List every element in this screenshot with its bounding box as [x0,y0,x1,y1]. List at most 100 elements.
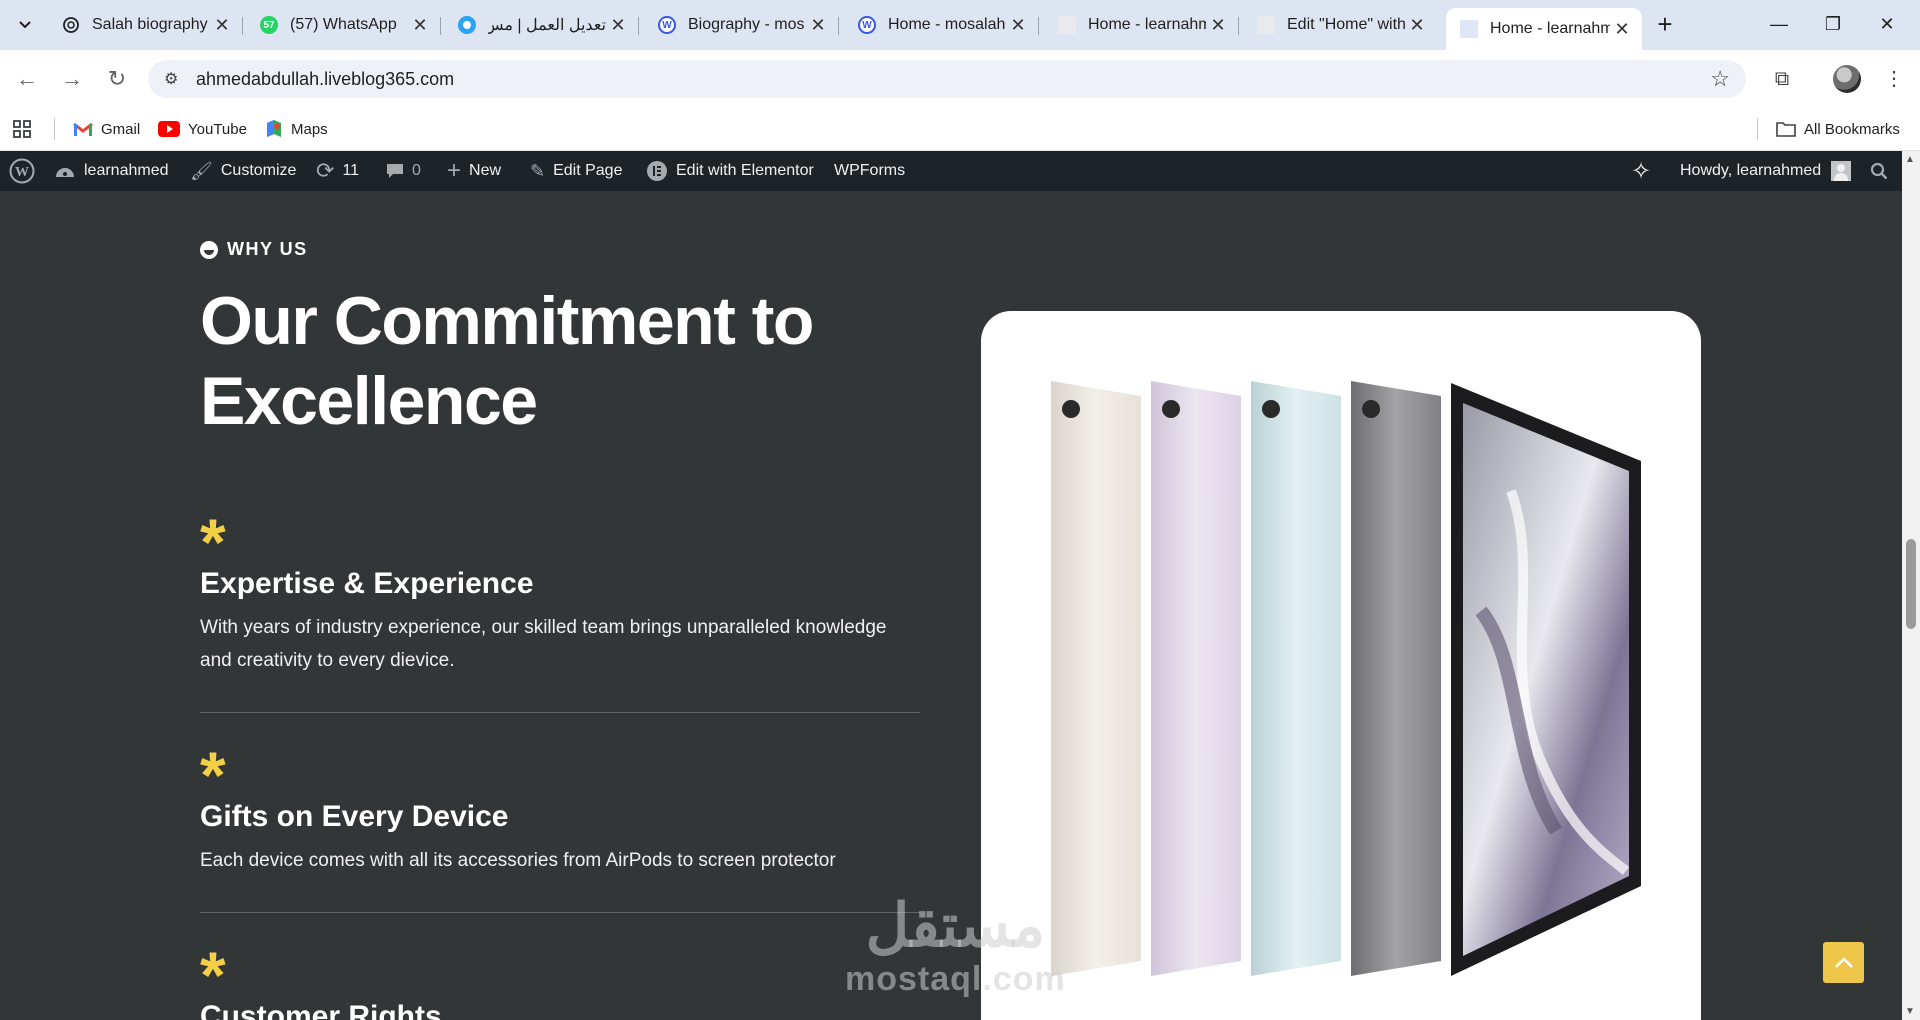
tab-home-learnahmed[interactable]: Home - learnahm ✕ [1044,8,1239,42]
maps-icon [265,119,283,139]
site-name-menu[interactable]: learnahmed [54,151,169,191]
bookmark-youtube[interactable]: YouTube [158,116,247,142]
new-content-menu[interactable]: + New [447,151,501,191]
tab-search-button[interactable] [10,10,40,40]
updates-icon: ⟳ [316,158,335,183]
asterisk-icon: * [200,738,226,812]
customize-menu[interactable]: 🖌 Customize [190,151,296,191]
tab-biography[interactable]: W Biography - mos ✕ [644,8,839,42]
updates-menu[interactable]: ⟳ 11 [316,151,359,191]
close-icon[interactable]: ✕ [1610,19,1634,40]
profile-avatar[interactable] [1833,65,1861,93]
headline-line-2: Excellence [200,363,538,439]
asterisk-icon: * [200,505,226,579]
feature-text: With years of industry experience, our s… [200,617,887,671]
restore-button[interactable]: ❐ [1808,6,1858,42]
bookmark-label: YouTube [188,120,247,138]
search-button[interactable] [1870,151,1888,191]
bookmark-gmail[interactable]: Gmail [73,116,140,142]
tab-home-mosalah[interactable]: W Home - mosalah ✕ [844,8,1039,42]
why-us-section: WHY US Our Commitment to Excellence * Ex… [0,191,1902,1020]
apps-button[interactable] [12,116,32,142]
openai-icon [62,16,80,34]
extensions-icon[interactable]: ⧉ [1767,64,1797,94]
tab-title: تعديل العمل | مس [488,17,606,34]
customize-label: Customize [220,162,297,179]
folder-icon [1776,121,1796,137]
scroll-to-top-button[interactable] [1823,942,1864,983]
tab-mostaql-edit[interactable]: تعديل العمل | مس ✕ [444,8,639,42]
search-icon [1870,162,1888,180]
bookmarks-bar: Gmail YouTube Maps All Bookmarks [0,108,1920,151]
elementor-icon [646,160,668,182]
scroll-up-arrow[interactable]: ▲ [1905,154,1915,165]
minimize-button[interactable]: — [1754,6,1804,42]
tab-whatsapp[interactable]: 57 (57) WhatsApp ✕ [246,8,441,42]
close-icon[interactable]: ✕ [606,15,630,36]
close-window-button[interactable]: ✕ [1862,6,1912,42]
edit-page-menu[interactable]: ✎ Edit Page [530,151,622,191]
bookmark-label: Gmail [101,120,141,138]
feature-customer-rights: * Customer Rights [200,938,920,1020]
tab-title: Edit "Home" with [1287,16,1405,33]
updates-count: 11 [342,162,360,179]
back-button[interactable]: ← [12,64,42,94]
all-bookmarks-label: All Bookmarks [1804,120,1900,138]
bookmark-maps[interactable]: Maps [265,116,328,142]
chevron-down-icon [19,21,31,29]
comments-menu[interactable]: 0 [386,151,421,191]
tab-edit-home-elementor[interactable]: Edit "Home" with ✕ [1243,8,1437,42]
tab-title: Home - learnahm [1088,16,1206,33]
close-icon[interactable]: ✕ [408,15,432,36]
address-bar[interactable]: ⚙ ahmedabdullah.liveblog365.com ☆ [148,60,1746,98]
scroll-down-arrow[interactable]: ▼ [1905,1006,1915,1017]
close-icon[interactable]: ✕ [806,15,830,36]
feature-title: Gifts on Every Device [200,800,509,833]
feature-expertise: * Expertise & Experience With years of i… [200,505,920,677]
feature-title: Expertise & Experience [200,567,534,600]
scrollbar-thumb[interactable] [1906,539,1916,629]
tab-salah-biography[interactable]: Salah biography ✕ [48,8,243,42]
bookmark-label: Maps [291,120,328,138]
wpforms-label: WPForms [834,162,906,179]
asterisk-icon: * [200,938,226,1012]
wpforms-menu[interactable]: WPForms [834,151,905,191]
close-icon[interactable]: ✕ [1405,15,1429,36]
dashboard-icon [54,162,76,180]
headline-line-1: Our Commitment to [200,283,814,359]
wordpress-icon: W [858,16,876,34]
mostaql-icon [458,16,476,34]
forward-button[interactable]: → [57,64,87,94]
pencil-icon: ✎ [530,160,546,181]
wp-logo-menu[interactable]: W [9,151,35,191]
tab-title: Biography - mos [688,16,805,33]
edit-page-label: Edit Page [553,162,623,179]
site-name: learnahmed [84,162,169,179]
all-bookmarks-button[interactable]: All Bookmarks [1776,116,1900,142]
ipad-lineup-image [1051,381,1641,976]
my-account-menu[interactable]: Howdy, learnahmed [1680,151,1852,191]
browser-tab-strip: Salah biography ✕ 57 (57) WhatsApp ✕ تعد… [0,0,1920,50]
edit-with-elementor-menu[interactable]: Edit with Elementor [646,151,814,191]
ai-assistant-button[interactable]: ✧ [1631,151,1659,191]
tab-home-learnahmed-active[interactable]: Home - learnahm ✕ [1446,8,1642,50]
wp-admin-bar: W learnahmed 🖌 Customize ⟳ 11 0 + New ✎ … [0,151,1902,191]
sparkle-icon: ✧ [1631,157,1652,185]
browser-toolbar: ← → ↻ ⚙ ahmedabdullah.liveblog365.com ☆ … [0,50,1920,108]
whatsapp-icon: 57 [260,16,278,34]
close-icon[interactable]: ✕ [210,15,234,36]
chevron-up-icon [1834,956,1853,968]
close-icon[interactable]: ✕ [1206,15,1230,36]
tab-title: Home - learnahm [1490,20,1610,37]
close-icon[interactable]: ✕ [1006,15,1030,36]
watermark-latin: mostaql.com [845,960,1066,998]
feature-text: Each device comes with all its accessori… [200,850,836,871]
site-info-icon[interactable]: ⚙ [164,69,178,89]
menu-icon[interactable]: ⋮ [1879,64,1909,94]
feature-title: Customer Rights [200,1000,442,1020]
page-scrollbar[interactable]: ▲ ▼ [1902,151,1920,1020]
tab-title: (57) WhatsApp [290,16,397,33]
new-tab-button[interactable]: + [1650,10,1680,40]
reload-button[interactable]: ↻ [102,64,132,94]
bookmark-star-icon[interactable]: ☆ [1710,66,1730,92]
